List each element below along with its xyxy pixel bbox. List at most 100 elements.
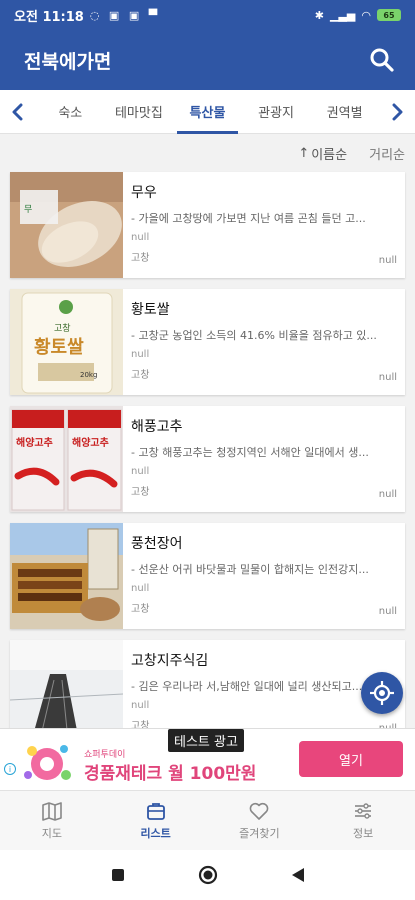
tab-specialties[interactable]: 특산물	[173, 90, 242, 134]
sort-by-name-button[interactable]: ↑ 이름순	[298, 144, 347, 163]
sort-by-distance-label: 거리순	[369, 147, 405, 163]
sort-by-name-label: 이름순	[311, 147, 348, 163]
search-button[interactable]	[367, 45, 397, 75]
nav-info-label: 정보	[353, 827, 374, 840]
item-name: 무우	[131, 185, 157, 201]
specialty-list: 무 무우 - 가을에 고창땅에 가보면 지난 여름 곤침 들던 고... nul…	[0, 172, 415, 728]
system-navigation-bar	[0, 850, 415, 900]
item-name: 황토쌀	[131, 302, 170, 318]
item-info: 해풍고추 - 고창 해풍고추는 청정지역인 서해안 일대에서 생... null…	[123, 406, 405, 512]
ad-banner[interactable]: 테스트 광고 i 쇼퍼투데이 경품재테크 월 100만원 열기	[0, 728, 415, 790]
nav-favorites-label: 즐겨찾기	[239, 827, 280, 840]
item-info: 풍천장어 - 선운산 어귀 바닷물과 밀물이 합해지는 인전강지... null…	[123, 523, 405, 629]
list-item[interactable]: 고창지주식김 - 김은 우리나라 서,남해안 일대에 널리 생산되고... nu…	[10, 640, 405, 728]
item-thumbnail-laver	[10, 640, 123, 728]
search-icon	[370, 48, 394, 72]
item-thumbnail-eel	[10, 523, 123, 629]
item-description: - 선운산 어귀 바닷물과 밀물이 합해지는 인전강지...	[131, 563, 369, 576]
nav-list[interactable]: 리스트	[104, 791, 208, 850]
item-thumbnail-radish: 무	[10, 172, 123, 278]
recent-apps-button[interactable]	[108, 865, 128, 885]
pepper-label-left: 해양고추	[16, 436, 53, 449]
item-meta: null	[131, 466, 150, 477]
app-bar: 전북에가면	[0, 30, 415, 90]
bottom-navigation: 지도 리스트 즐겨찾기 정보	[0, 790, 415, 850]
home-circle-icon	[198, 865, 217, 885]
item-distance: null	[378, 606, 397, 617]
status-bar: 오전 11:18 ◌ ▣ ▣ ▀ ✱ ▁▃▅ ◠ 65	[0, 0, 415, 30]
svg-text:무: 무	[24, 204, 32, 215]
heart-icon	[250, 802, 269, 820]
signal-icon: ▁▃▅	[330, 8, 356, 22]
tab-lodging[interactable]: 숙소	[36, 90, 105, 134]
item-meta: null	[131, 232, 150, 243]
category-tabs: 숙소 테마맛집 특산물 관광지 권역별	[0, 90, 415, 134]
item-meta: null	[131, 583, 150, 594]
tab-theme-restaurants[interactable]: 테마맛집	[105, 90, 174, 134]
item-name: 고창지주식김	[131, 653, 209, 669]
item-info: 황토쌀 - 고창군 농업인 소득의 41.6% 비율을 점유하고 있... nu…	[123, 289, 405, 395]
item-distance: null	[378, 372, 397, 383]
nav-info[interactable]: 정보	[311, 791, 415, 850]
app-title: 전북에가면	[24, 50, 112, 73]
status-time: 오전 11:18	[14, 9, 84, 25]
tab-next-button[interactable]	[379, 90, 415, 134]
back-button[interactable]	[288, 865, 308, 885]
item-name: 해풍고추	[131, 419, 183, 435]
tab-attractions[interactable]: 관광지	[242, 90, 311, 134]
list-item[interactable]: 풍천장어 - 선운산 어귀 바닷물과 밀물이 합해지는 인전강지... null…	[10, 523, 405, 629]
sort-by-distance-button[interactable]: 거리순	[369, 144, 405, 163]
back-triangle-icon	[291, 868, 304, 882]
item-info: 무우 - 가을에 고창땅에 가보면 지난 여름 곤침 들던 고... null …	[123, 172, 405, 278]
map-icon	[42, 802, 62, 821]
item-region: 고창	[131, 253, 150, 264]
item-region: 고창	[131, 487, 150, 498]
item-region: 고창	[131, 604, 150, 615]
chevron-left-icon	[12, 103, 23, 120]
nav-list-label: 리스트	[140, 827, 171, 840]
item-distance: null	[378, 489, 397, 500]
rice-label-text: 황토쌀	[34, 337, 84, 358]
ad-info-icon[interactable]: i	[4, 763, 16, 775]
item-description: - 고창 해풍고추는 청정지역인 서해안 일대에서 생...	[131, 446, 369, 459]
home-button[interactable]	[198, 865, 218, 885]
notification-icons: ◌ ▣ ▣ ▀	[89, 8, 161, 22]
tab-list: 숙소 테마맛집 특산물 관광지 권역별	[36, 90, 379, 134]
status-right: ✱ ▁▃▅ ◠ 65	[315, 9, 401, 22]
battery-icon: 65	[377, 9, 401, 21]
rice-brand-text: 고창	[54, 323, 71, 334]
item-description: - 고창군 농업인 소득의 41.6% 비율을 점유하고 있...	[131, 329, 377, 342]
my-location-button[interactable]	[361, 672, 403, 714]
nav-map[interactable]: 지도	[0, 791, 104, 850]
nav-map-label: 지도	[41, 827, 62, 840]
content-area: ↑ 이름순 거리순 무 무우 - 가을에 고창땅에 가보면 지난 여름 곤침 들…	[0, 134, 415, 728]
wifi-icon: ◠	[361, 8, 371, 22]
item-meta: null	[131, 349, 150, 360]
chevron-right-icon	[392, 103, 403, 120]
nav-favorites[interactable]: 즐겨찾기	[208, 791, 312, 850]
tab-prev-button[interactable]	[0, 90, 36, 134]
bag-icon	[146, 803, 165, 820]
list-item[interactable]: 무 무우 - 가을에 고창땅에 가보면 지난 여름 곤침 들던 고... nul…	[10, 172, 405, 278]
list-item[interactable]: 해양고추 해양고추 해풍고추 - 고창 해풍고추는 청정지역인 서해안 일대에서…	[10, 406, 405, 512]
list-item[interactable]: 고창 황토쌀 20kg 황토쌀 - 고창군 농업인 소득의 41.6% 비율을 …	[10, 289, 405, 395]
item-region: 고창	[131, 370, 150, 381]
ad-logo	[18, 737, 76, 787]
item-distance: null	[378, 255, 397, 266]
item-region: 고창	[131, 721, 150, 728]
pepper-label-right: 해양고추	[72, 436, 109, 449]
ad-test-label: 테스트 광고	[168, 729, 244, 752]
tab-regions[interactable]: 권역별	[310, 90, 379, 134]
arrow-up-icon: ↑	[298, 145, 310, 161]
item-name: 풍천장어	[131, 536, 183, 552]
item-description: - 가을에 고창땅에 가보면 지난 여름 곤침 들던 고...	[131, 212, 366, 225]
sort-bar: ↑ 이름순 거리순	[0, 134, 415, 172]
settings-icon	[355, 803, 372, 819]
square-icon	[111, 869, 124, 881]
ad-headline: 경품재테크 월 100만원	[84, 764, 257, 784]
bluetooth-icon: ✱	[314, 8, 324, 22]
item-thumbnail-rice: 고창 황토쌀 20kg	[10, 289, 123, 395]
ad-open-button[interactable]: 열기	[299, 741, 403, 777]
item-meta: null	[131, 700, 150, 711]
item-thumbnail-pepper: 해양고추 해양고추	[10, 406, 123, 512]
